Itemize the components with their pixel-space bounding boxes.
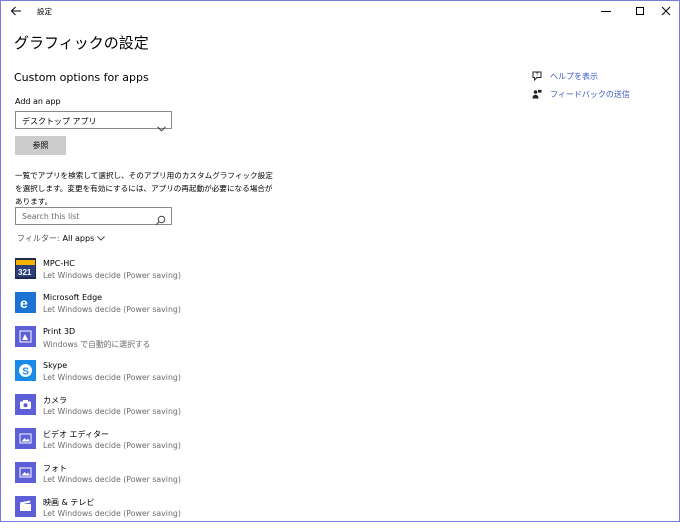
- app-name: カメラ: [43, 396, 67, 405]
- app-name: ビデオ エディター: [43, 430, 109, 439]
- help-chat-icon: ?: [532, 71, 542, 81]
- settings-window: 設定 グラフィックの設定 Custom options for apps Add…: [0, 0, 680, 522]
- camera-icon: [15, 394, 36, 415]
- edge-icon: e: [15, 292, 36, 313]
- chevron-down-icon: [97, 236, 106, 241]
- list-item-skype[interactable]: S Skype Let Windows decide (Power saving…: [15, 359, 315, 393]
- app-type-value: デスクトップ アプリ: [22, 117, 97, 126]
- filter-label: フィルター:: [17, 234, 60, 243]
- svg-text:321: 321: [18, 268, 32, 277]
- add-app-label: Add an app: [15, 97, 61, 106]
- app-gpu-setting: Let Windows decide (Power saving): [43, 271, 181, 280]
- list-item-print-3d[interactable]: Print 3D Windows で自動的に選択する: [15, 325, 315, 359]
- help-link-label: ヘルプを表示: [550, 71, 598, 81]
- window-title: 設定: [37, 7, 52, 16]
- list-item-microsoft-edge[interactable]: e Microsoft Edge Let Windows decide (Pow…: [15, 291, 315, 325]
- app-name: Microsoft Edge: [43, 293, 103, 302]
- close-icon: [661, 6, 671, 16]
- minimize-icon: [601, 11, 611, 12]
- search-icon[interactable]: [155, 211, 166, 230]
- section-title: Custom options for apps: [14, 71, 149, 84]
- list-item-photos[interactable]: フォト Let Windows decide (Power saving): [15, 461, 315, 495]
- video-editor-icon: [15, 428, 36, 449]
- skype-icon: S: [15, 360, 36, 381]
- search-placeholder: Search this list: [22, 212, 80, 221]
- app-name: 映画 & テレビ: [43, 498, 95, 507]
- maximize-icon: [636, 7, 644, 15]
- app-gpu-setting: Let Windows decide (Power saving): [43, 373, 181, 382]
- app-gpu-setting: Let Windows decide (Power saving): [43, 305, 181, 314]
- list-item-video-editor[interactable]: ビデオ エディター Let Windows decide (Power savi…: [15, 427, 315, 461]
- mpc-hc-icon: 321: [15, 258, 36, 279]
- app-gpu-setting: Windows で自動的に選択する: [43, 340, 151, 349]
- back-arrow-icon[interactable]: [9, 3, 23, 17]
- help-links: ? ヘルプを表示 フィードバックの送信: [532, 67, 630, 103]
- help-link[interactable]: ? ヘルプを表示: [532, 67, 630, 85]
- filter-dropdown[interactable]: フィルター: All apps: [17, 233, 106, 244]
- app-gpu-setting: Let Windows decide (Power saving): [43, 475, 181, 484]
- feedback-link-label: フィードバックの送信: [550, 89, 630, 99]
- page-title: グラフィックの設定: [14, 34, 149, 52]
- svg-text:e: e: [20, 295, 28, 311]
- app-name: MPC-HC: [43, 259, 75, 268]
- app-name: Skype: [43, 361, 68, 370]
- app-type-dropdown[interactable]: デスクトップ アプリ: [15, 111, 172, 132]
- search-input[interactable]: Search this list: [15, 207, 172, 226]
- app-gpu-setting: Let Windows decide (Power saving): [43, 509, 181, 518]
- svg-text:?: ?: [536, 73, 539, 79]
- list-item-movies-tv[interactable]: 映画 & テレビ Let Windows decide (Power savin…: [15, 495, 315, 529]
- feedback-person-icon: [532, 89, 542, 99]
- app-name: フォト: [43, 464, 67, 473]
- photos-icon: [15, 462, 36, 483]
- title-bar: 設定: [1, 1, 679, 21]
- close-button[interactable]: [651, 1, 680, 21]
- description-text: 一覧でアプリを検索して選択し、そのアプリ用のカスタムグラフィック設定を選択します…: [15, 171, 273, 206]
- app-gpu-setting: Let Windows decide (Power saving): [43, 407, 181, 416]
- app-name: Print 3D: [43, 327, 76, 336]
- app-gpu-setting: Let Windows decide (Power saving): [43, 441, 181, 450]
- movies-tv-icon: [15, 496, 36, 517]
- list-item-mpc-hc[interactable]: 321 MPC-HC Let Windows decide (Power sav…: [15, 257, 315, 291]
- filter-value: All apps: [62, 234, 95, 243]
- svg-text:S: S: [22, 366, 29, 377]
- print3d-icon: [15, 326, 36, 347]
- chevron-down-icon: [157, 117, 166, 136]
- minimize-button[interactable]: [591, 1, 621, 21]
- feedback-link[interactable]: フィードバックの送信: [532, 85, 630, 103]
- browse-button[interactable]: 参照: [15, 136, 66, 155]
- list-item-camera[interactable]: カメラ Let Windows decide (Power saving): [15, 393, 315, 427]
- app-list: 321 MPC-HC Let Windows decide (Power sav…: [15, 257, 315, 529]
